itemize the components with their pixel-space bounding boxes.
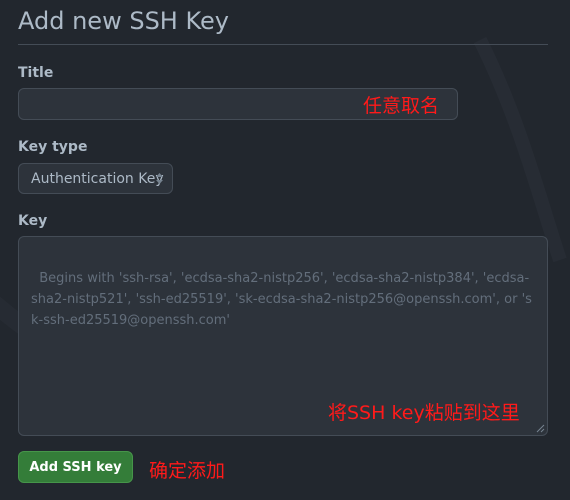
page-title: Add new SSH Key (18, 7, 229, 35)
add-ssh-key-button[interactable]: Add SSH key (18, 451, 133, 483)
key-annotation: 将SSH key粘贴到这里 (328, 402, 520, 424)
title-label: Title (18, 65, 54, 81)
title-annotation: 任意取名 (363, 95, 440, 117)
submit-annotation: 确定添加 (149, 460, 226, 482)
resize-grip-icon[interactable] (535, 423, 545, 433)
select-arrows-icon (156, 173, 163, 184)
key-placeholder: Begins with 'ssh-rsa', 'ecdsa-sha2-nistp… (31, 271, 532, 328)
key-type-selected-value: Authentication Key (31, 171, 164, 187)
key-type-label: Key type (18, 139, 88, 155)
key-type-select[interactable]: Authentication Key (18, 163, 173, 194)
key-label: Key (18, 213, 48, 229)
title-divider (18, 44, 548, 45)
